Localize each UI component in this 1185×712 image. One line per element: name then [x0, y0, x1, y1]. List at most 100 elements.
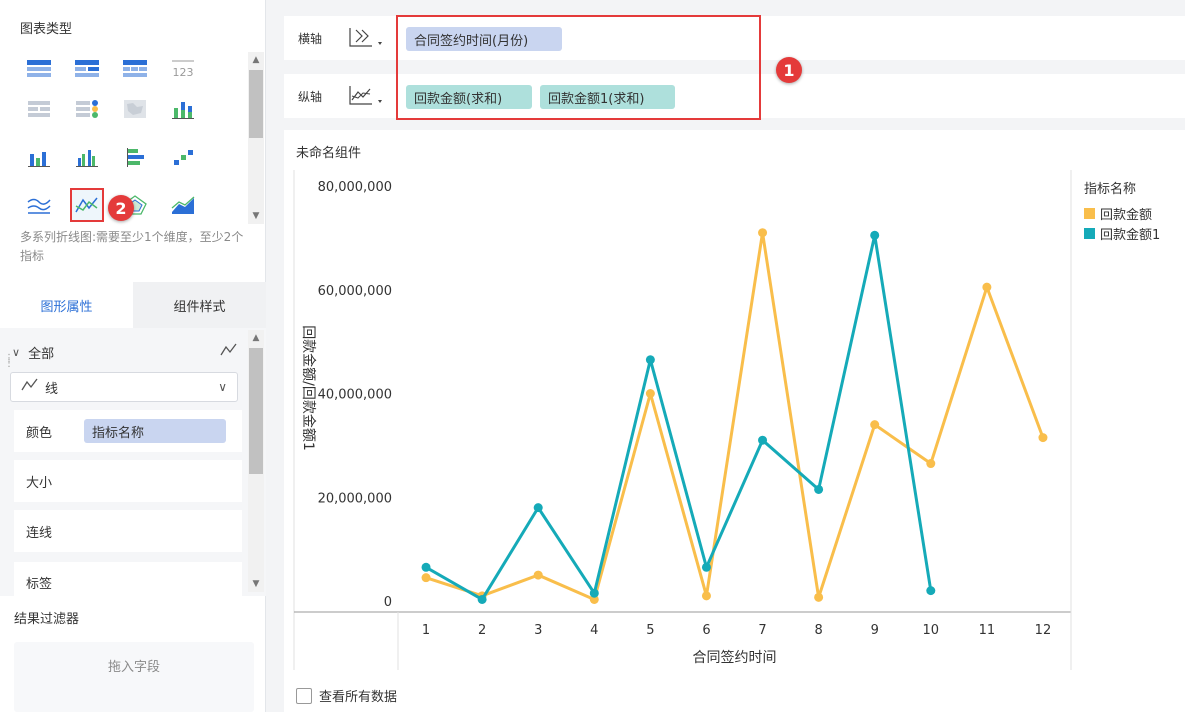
legend-swatch [1084, 207, 1095, 219]
stacked-bar-icon[interactable] [166, 92, 200, 126]
y-tick-label: 40,000,000 [318, 388, 392, 403]
data-point [645, 389, 655, 398]
multi-series-line-icon[interactable] [70, 188, 104, 222]
line-type-select[interactable]: 线 ∨ [10, 372, 238, 402]
view-all-data-row[interactable]: 查看所有数据 [296, 686, 397, 705]
data-point [814, 484, 824, 494]
color-field-pill[interactable]: 指标名称 [84, 419, 226, 443]
data-point [982, 282, 992, 292]
detail-table-icon[interactable] [118, 52, 152, 86]
left-panel: 图表类型 123 2 ▲ ▼ 多系列折线图:需要至少1个维度，至少2个指标 图形… [0, 0, 266, 712]
chart-type-title: 图表类型 [20, 22, 73, 37]
x-tick-label: 6 [702, 623, 710, 638]
line-select-label: 线 [45, 381, 59, 397]
data-point [758, 228, 768, 238]
color-property[interactable]: 颜色 指标名称 [14, 410, 242, 452]
x-tick-label: 4 [590, 623, 598, 638]
data-point [926, 586, 936, 596]
data-point [645, 355, 655, 365]
line-icon [21, 378, 39, 396]
tag-property[interactable]: 标签 [14, 562, 242, 596]
y-tick-label: 0 [384, 595, 392, 610]
axes-highlight-box [396, 15, 761, 120]
scroll-down-arrow-icon[interactable]: ▼ [248, 576, 264, 592]
list-card-icon[interactable] [22, 92, 56, 126]
data-point [533, 570, 543, 580]
drag-handle-icon[interactable]: ⋮ ⋮ [4, 354, 14, 369]
series-line-1 [425, 231, 1045, 601]
legend-label: 回款金额 [1100, 207, 1153, 223]
legend: 指标名称 回款金额 回款金额1 [1084, 178, 1160, 243]
properties-panel: ∨ 全部 线 ∨ 颜色 指标名称 大小 连线 标签 ⋮ ⋮ [0, 328, 266, 596]
x-tick-label: 8 [814, 623, 822, 638]
data-point [701, 562, 711, 572]
filter-drop-field[interactable]: 拖入字段 [14, 642, 254, 712]
cross-table-icon[interactable] [70, 52, 104, 86]
y-tick-label: 80,000,000 [318, 180, 392, 195]
size-label: 大小 [26, 475, 53, 491]
grouped-bar-icon[interactable] [70, 140, 104, 174]
legend-item-series-1[interactable]: 回款金额 [1084, 203, 1160, 223]
scroll-thumb[interactable] [249, 348, 263, 474]
connect-line-property[interactable]: 连线 [14, 510, 242, 552]
data-point [589, 588, 599, 598]
area-chart-icon[interactable] [166, 188, 200, 222]
view-all-label: 查看所有数据 [319, 690, 398, 705]
step-1-badge: 1 [776, 57, 802, 83]
x-tick-label: 7 [758, 623, 766, 638]
x-tick-label: 9 [871, 623, 879, 638]
legend-swatch [1084, 227, 1095, 239]
scroll-up-arrow-icon[interactable]: ▲ [248, 330, 264, 346]
kpi-number-text: 123 [173, 66, 194, 79]
line-chart: 0 20,000,000 40,000,000 60,000,000 80,000,00… [293, 170, 1072, 670]
horizontal-bar-icon[interactable] [118, 140, 152, 174]
property-tabs: 图形属性 组件样式 [0, 282, 266, 328]
all-series-row[interactable]: ∨ 全部 [12, 342, 238, 362]
x-tick-label: 12 [1035, 623, 1052, 638]
chevron-down-icon: ∨ [218, 380, 227, 394]
series-line-2 [425, 233, 933, 601]
data-point [758, 435, 768, 445]
x-axis-type-icon[interactable] [348, 26, 388, 54]
y-axis-title: 回款金额/回款金额1 [300, 325, 316, 451]
table-icon[interactable] [22, 52, 56, 86]
waterfall-icon[interactable] [166, 140, 200, 174]
map-icon[interactable] [118, 92, 152, 126]
tab-graphic-properties[interactable]: 图形属性 [0, 282, 133, 328]
properties-scrollbar[interactable]: ▲ ▼ [248, 330, 264, 592]
x-tick-label: 5 [646, 623, 654, 638]
chart-panel: 未命名组件 0 20,000,000 40,000,000 60,000,000 80,… [284, 130, 1185, 712]
legend-item-series-2[interactable]: 回款金额1 [1084, 223, 1160, 243]
x-axis-label: 横轴 [298, 32, 323, 46]
x-tick-label: 1 [422, 623, 430, 638]
data-point [533, 503, 543, 513]
scroll-up-arrow-icon[interactable]: ▲ [248, 52, 264, 68]
bar-chart-icon[interactable] [22, 140, 56, 174]
data-point [814, 592, 824, 602]
connect-line-label: 连线 [26, 525, 53, 541]
y-axis-type-icon[interactable] [348, 84, 388, 112]
y-axis-label: 纵轴 [298, 90, 323, 104]
data-point [477, 594, 487, 604]
data-point [870, 230, 880, 240]
line-chart-icon[interactable] [22, 188, 56, 222]
color-label: 颜色 [26, 425, 53, 441]
x-tick-label: 10 [923, 623, 940, 638]
y-tick-label: 60,000,000 [318, 284, 392, 299]
legend-label: 回款金额1 [1100, 227, 1161, 243]
kpi-number-icon[interactable]: 123 [166, 52, 200, 86]
scroll-down-arrow-icon[interactable]: ▼ [248, 208, 264, 224]
indicator-card-icon[interactable] [70, 92, 104, 126]
scroll-thumb[interactable] [249, 70, 263, 138]
result-filter-title: 结果过滤器 [14, 612, 80, 627]
data-point [701, 591, 711, 601]
size-property[interactable]: 大小 [14, 460, 242, 502]
x-tick-label: 3 [534, 623, 542, 638]
x-tick-label: 2 [478, 623, 486, 638]
line-type-icon [220, 343, 238, 361]
x-tick-label: 11 [979, 623, 996, 638]
tag-label: 标签 [26, 577, 53, 592]
tab-component-style[interactable]: 组件样式 [133, 282, 266, 328]
view-all-checkbox[interactable] [296, 687, 312, 704]
chart-type-scrollbar[interactable]: ▲ ▼ [248, 52, 264, 224]
